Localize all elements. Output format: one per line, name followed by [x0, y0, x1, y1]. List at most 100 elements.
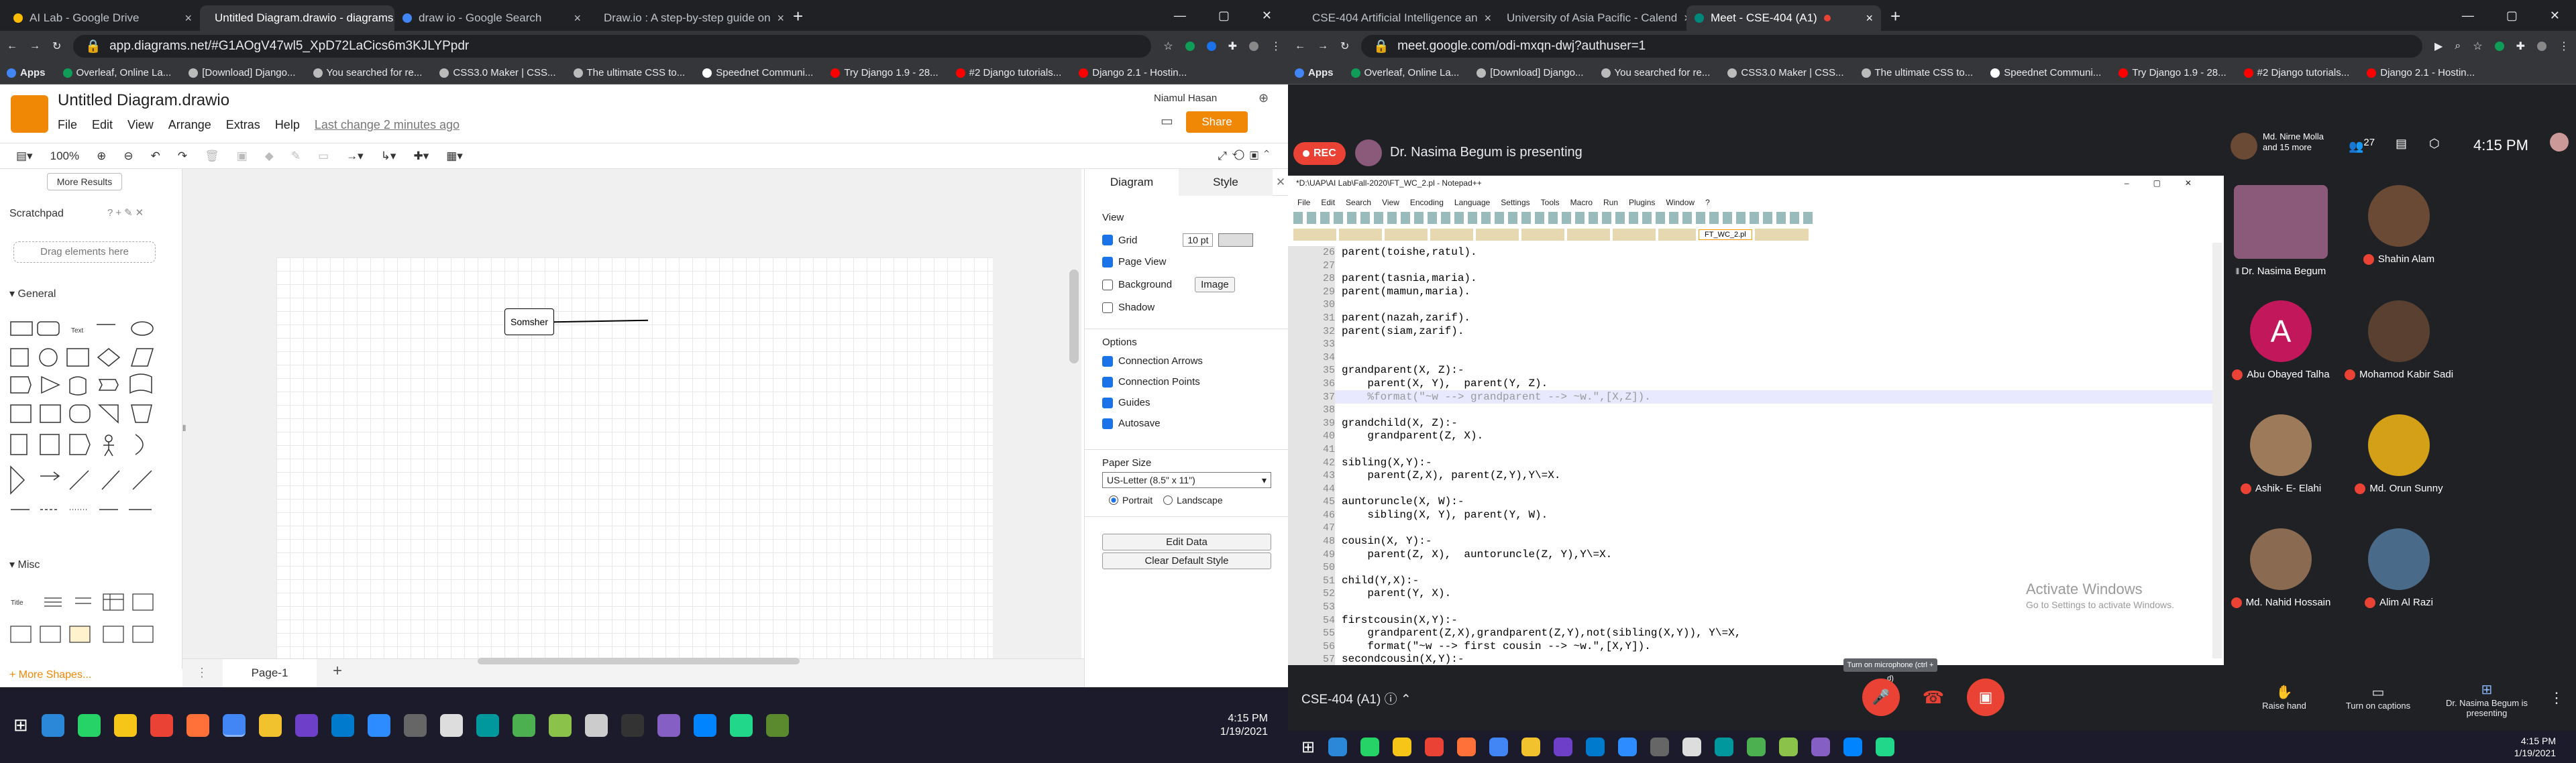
bookmark[interactable]: You searched for re...: [313, 67, 422, 78]
shadow-icon[interactable]: ▭: [318, 150, 329, 163]
app-icon[interactable]: [1650, 738, 1670, 756]
bookmark[interactable]: Try Django 1.9 - 28...: [2118, 67, 2226, 78]
last-change[interactable]: Last change 2 minutes ago: [315, 118, 460, 132]
search-icon[interactable]: ⌕: [2455, 40, 2461, 52]
bookmark[interactable]: Speednet Communi...: [1990, 67, 2101, 78]
to-front-icon[interactable]: ▣: [237, 150, 248, 163]
chrome-active-icon[interactable]: [222, 713, 246, 737]
more-options-icon[interactable]: ⋮: [2549, 689, 2564, 707]
firefox-icon[interactable]: [1457, 738, 1477, 756]
new-tab-button[interactable]: +: [784, 6, 812, 31]
visual-studio-icon[interactable]: [1811, 738, 1831, 756]
bookmark[interactable]: The ultimate CSS to...: [573, 67, 685, 78]
horizontal-scrollbar[interactable]: [478, 658, 800, 664]
tab-style[interactable]: Style: [1179, 168, 1273, 196]
bookmark[interactable]: Django 2.1 - Hostin...: [1079, 67, 1187, 78]
image-button[interactable]: Image: [1195, 277, 1235, 292]
menu-file[interactable]: File: [58, 118, 77, 132]
extension-icon[interactable]: [2494, 42, 2504, 51]
windows-start-icon[interactable]: ⊞: [13, 715, 28, 736]
grid-color-swatch[interactable]: [1218, 233, 1254, 247]
bookmark[interactable]: [Download] Django...: [189, 67, 296, 78]
diagram-canvas[interactable]: Somsher ⦀: [182, 169, 1081, 660]
file-explorer-icon[interactable]: [1393, 738, 1412, 756]
fill-color-icon[interactable]: ◆: [265, 150, 274, 163]
meeting-name[interactable]: CSE-404 (A1) ⓘ ⌃: [1301, 689, 1411, 707]
zoom-icon[interactable]: [1618, 738, 1638, 756]
tab-ai-lab[interactable]: AI Lab - Google Drive ×: [5, 5, 200, 31]
autosave-checkbox[interactable]: Autosave: [1102, 418, 1289, 429]
bookmark[interactable]: CSS3.0 Maker | CSS...: [1727, 67, 1844, 78]
tab-drawio-guide[interactable]: Draw.io : A step-by-step guide on ×: [589, 5, 784, 31]
connection-arrows-checkbox[interactable]: Connection Arrows: [1102, 355, 1289, 367]
notepad-icon[interactable]: [439, 713, 463, 737]
menu-arrange[interactable]: Arrange: [168, 118, 211, 132]
arduino-icon[interactable]: [1715, 738, 1734, 756]
zoom-icon[interactable]: [367, 713, 390, 737]
profile-avatar[interactable]: [2537, 42, 2546, 51]
back-icon[interactable]: ←: [7, 40, 17, 52]
whatsapp-icon[interactable]: [1360, 738, 1380, 756]
user-name[interactable]: Niamul Hasan: [1154, 93, 1217, 104]
bookmark[interactable]: You searched for re...: [1601, 67, 1710, 78]
line-color-icon[interactable]: ✎: [291, 150, 301, 163]
new-tab-button[interactable]: +: [1881, 6, 1910, 31]
zoom-out-icon[interactable]: ⊖: [123, 150, 133, 163]
globe-icon[interactable]: ⊕: [1258, 91, 1269, 105]
captions-button[interactable]: ▭ Turn on captions: [2334, 684, 2422, 711]
camera-icon[interactable]: ▶: [2434, 40, 2443, 53]
back-icon[interactable]: ←: [1295, 40, 1305, 52]
app-icon[interactable]: [548, 713, 572, 737]
app-icon[interactable]: [765, 713, 789, 737]
close-icon[interactable]: ×: [184, 11, 192, 25]
github-icon[interactable]: [1554, 738, 1573, 756]
clear-default-style-button[interactable]: Clear Default Style: [1102, 552, 1271, 569]
arduino-icon[interactable]: [476, 713, 499, 737]
more-shapes-link[interactable]: + More Shapes...: [9, 669, 91, 681]
scratchpad-actions-icon[interactable]: ?+✎✕: [107, 207, 146, 219]
pycharm-icon[interactable]: [729, 713, 753, 737]
minimize-icon[interactable]: —: [2462, 9, 2474, 23]
vscode-icon[interactable]: [1586, 738, 1605, 756]
people-icon[interactable]: 👥27: [2349, 137, 2375, 154]
bookmark[interactable]: #2 Django tutorials...: [2243, 67, 2349, 78]
share-button[interactable]: Share: [1186, 111, 1248, 133]
bookmark[interactable]: CSS3.0 Maker | CSS...: [439, 67, 556, 78]
app-icon[interactable]: [1779, 738, 1799, 756]
tab-cse404[interactable]: CSE-404 Artificial Intelligence an ×: [1297, 5, 1492, 31]
bookmark-apps[interactable]: Apps: [1295, 67, 1334, 78]
tab-drawio[interactable]: Untitled Diagram.drawio - diagrams.net×: [200, 5, 394, 31]
vscode-icon[interactable]: [331, 713, 354, 737]
menu-icon[interactable]: ⋮: [1271, 40, 1281, 53]
close-icon[interactable]: ×: [1866, 11, 1873, 25]
page-grid[interactable]: Somsher: [276, 257, 993, 660]
participant-tile[interactable]: Md. Orun Sunny: [2342, 405, 2456, 512]
profile-avatar[interactable]: [1249, 42, 1258, 51]
close-window-icon[interactable]: ✕: [2550, 9, 2560, 23]
comment-icon[interactable]: ▭: [1161, 113, 1173, 129]
minimize-icon[interactable]: —: [1174, 9, 1186, 23]
app-icon[interactable]: [1747, 738, 1766, 756]
redo-icon[interactable]: ↷: [178, 150, 187, 163]
background-checkbox[interactable]: Background Image: [1102, 277, 1289, 292]
paper-size-select[interactable]: US-Letter (8.5" x 11") ▾: [1102, 472, 1271, 488]
url-input[interactable]: 🔒 app.diagrams.net/#G1AOgV47wl5_XpD72LaCi…: [73, 35, 1152, 58]
tab-uap-calendar[interactable]: University of Asia Pacific - Calend×: [1492, 5, 1686, 31]
puzzle-icon[interactable]: ✚: [2516, 40, 2525, 53]
edge-icon[interactable]: [41, 713, 64, 737]
reload-icon[interactable]: ↻: [1340, 40, 1349, 53]
github-icon[interactable]: [294, 713, 318, 737]
forward-icon[interactable]: →: [30, 40, 40, 52]
firefox-icon[interactable]: [186, 713, 209, 737]
whatsapp-icon[interactable]: [77, 713, 101, 737]
mic-toggle-button[interactable]: 🎤: [1862, 679, 1900, 716]
url-input[interactable]: 🔒 meet.google.com/odi-mxqn-dwj?authuser=1: [1361, 35, 2422, 58]
grid-size-input[interactable]: 10 pt: [1183, 233, 1214, 247]
menu-view[interactable]: View: [127, 118, 154, 132]
document-title[interactable]: Untitled Diagram.drawio: [58, 91, 229, 110]
waypoints-icon[interactable]: ↳▾: [381, 150, 396, 163]
guides-checkbox[interactable]: Guides: [1102, 397, 1289, 408]
tab-meet[interactable]: Meet - CSE-404 (A1) ×: [1686, 5, 1881, 31]
tab-google-search[interactable]: draw io - Google Search ×: [394, 5, 589, 31]
star-icon[interactable]: ☆: [2473, 40, 2482, 53]
